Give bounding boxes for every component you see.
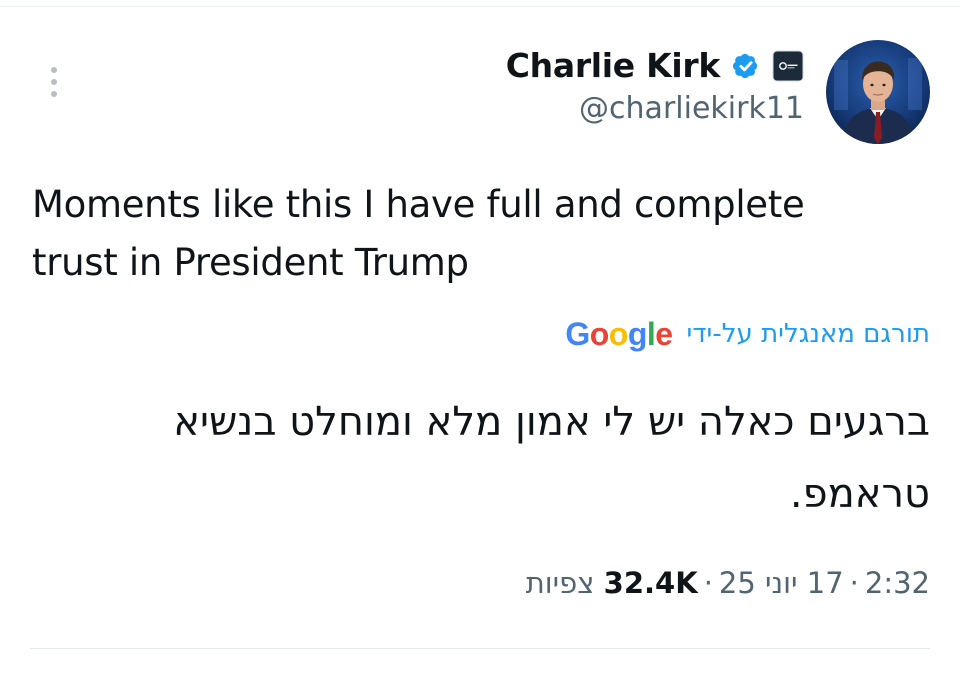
tweet-header: Charlie Kirk @charliekirk11 <box>506 40 930 150</box>
name-row: Charlie Kirk <box>506 46 804 85</box>
translation-attribution[interactable]: Google תורגם מאנגלית על-ידי <box>565 318 930 350</box>
google-logo: Google <box>565 316 673 352</box>
author-handle[interactable]: @charliekirk11 <box>579 91 804 126</box>
more-options-button[interactable] <box>40 60 68 104</box>
author-names: Charlie Kirk @charliekirk11 <box>506 40 804 126</box>
more-vertical-icon-dot <box>51 91 57 97</box>
tweet-date[interactable]: 17 יוני 25 <box>719 566 844 600</box>
more-vertical-icon-dot <box>51 79 57 85</box>
meta-separator: · <box>849 566 859 600</box>
more-vertical-icon <box>51 67 57 73</box>
top-divider <box>0 6 960 7</box>
organization-badge-icon[interactable] <box>772 50 804 82</box>
verified-badge-icon[interactable] <box>730 50 762 82</box>
views-count[interactable]: 32.4K <box>604 566 698 600</box>
tweet-time[interactable]: 2:32 <box>865 566 930 600</box>
meta-separator: · <box>703 566 713 600</box>
translated-tweet-text: ברגעים כאלה יש לי אמון מלא ומוחלט בנשיא … <box>173 399 930 517</box>
tweet-meta: 2:32·17 יוני 25·32.4K צפיות <box>526 566 930 600</box>
tweet-text: Moments like this I have full and comple… <box>32 183 805 284</box>
views-label: צפיות <box>525 566 595 600</box>
author-display-name[interactable]: Charlie Kirk <box>506 46 721 85</box>
translated-by-label[interactable]: תורגם מאנגלית על-ידי <box>687 319 930 349</box>
author-avatar[interactable] <box>826 40 930 144</box>
bottom-divider <box>30 648 930 649</box>
